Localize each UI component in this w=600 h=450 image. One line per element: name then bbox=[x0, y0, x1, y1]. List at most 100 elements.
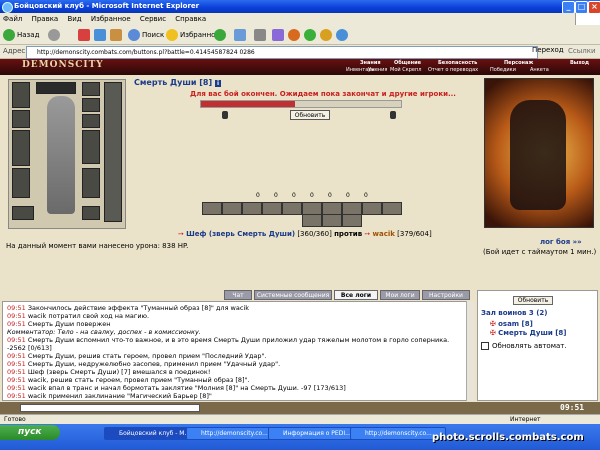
tab-settings[interactable]: Настройки bbox=[422, 290, 470, 300]
extra-button[interactable] bbox=[336, 28, 350, 42]
battle-progress-fill bbox=[201, 101, 295, 107]
menu-edit[interactable]: Правка bbox=[32, 15, 59, 23]
strike-button[interactable] bbox=[342, 214, 362, 227]
refresh-battle-button[interactable]: Обновить bbox=[290, 110, 330, 120]
legs-slot[interactable] bbox=[82, 168, 100, 198]
favorites-button[interactable]: Избранное bbox=[166, 28, 220, 42]
edit-button[interactable] bbox=[272, 28, 286, 42]
menu-tools[interactable]: Сервис bbox=[140, 15, 166, 23]
mail-button[interactable] bbox=[234, 28, 248, 42]
battle-log: 09:51 Закончилось действие эффекта "Тума… bbox=[2, 301, 474, 401]
arrow-icon: ➙ bbox=[364, 230, 371, 238]
counter-value: 0 bbox=[292, 192, 296, 199]
extra-icon bbox=[336, 29, 348, 41]
tab-all-logs[interactable]: Все логи bbox=[334, 290, 378, 300]
sword-icon: ✠ bbox=[490, 329, 496, 337]
media-button[interactable] bbox=[214, 28, 228, 42]
strike-button[interactable] bbox=[222, 202, 242, 215]
watermark: photo.scrolls.combats.com bbox=[432, 432, 584, 443]
menu-help[interactable]: Справка bbox=[175, 15, 206, 23]
helmet-slot[interactable] bbox=[12, 82, 30, 108]
room-member[interactable]: ✠ Смерть Души [8] bbox=[490, 329, 567, 337]
weapon-slot[interactable] bbox=[12, 130, 30, 166]
address-input[interactable]: http://demonscity.combats.com/buttons.pl… bbox=[26, 46, 538, 59]
lock-icon bbox=[222, 111, 228, 119]
nav-character[interactable]: Персонаж bbox=[504, 60, 533, 67]
window-title: Бойцовский клуб - Microsoft Internet Exp… bbox=[14, 2, 200, 10]
home-button[interactable] bbox=[110, 28, 124, 42]
back-arrow-icon bbox=[3, 29, 15, 41]
address-bar: Адрес: http://demonscity.combats.com/but… bbox=[0, 45, 600, 59]
links-button[interactable]: Ссылки bbox=[568, 47, 596, 55]
go-button[interactable]: Переход bbox=[532, 46, 564, 54]
armor-slot[interactable] bbox=[12, 168, 30, 198]
ring-slot-2[interactable] bbox=[82, 114, 100, 128]
strike-button[interactable] bbox=[262, 202, 282, 215]
nav-profile[interactable]: Анкета bbox=[530, 67, 549, 74]
menu-favorites[interactable]: Избранное bbox=[91, 15, 131, 23]
start-button[interactable]: пуск bbox=[0, 425, 60, 440]
menu-file[interactable]: Файл bbox=[3, 15, 22, 23]
strike-button[interactable] bbox=[242, 202, 262, 215]
log-scrollbar[interactable] bbox=[466, 301, 474, 401]
info-icon[interactable]: i bbox=[214, 80, 222, 87]
participant-left-hp: [360/360] bbox=[297, 230, 332, 238]
auto-refresh-checkbox[interactable]: Обновлять автомат. bbox=[481, 342, 567, 350]
refresh-button[interactable] bbox=[94, 28, 108, 42]
windows-logo-icon bbox=[575, 13, 600, 25]
amulet-slot[interactable] bbox=[12, 110, 30, 128]
strike-button[interactable] bbox=[302, 214, 322, 227]
player-name[interactable]: Смерть Души [8] i bbox=[134, 78, 222, 87]
messenger-button[interactable] bbox=[288, 28, 302, 42]
nav-scroll[interactable]: Мой Скрепл bbox=[390, 67, 421, 74]
nav-transfers[interactable]: Отчет о переводах bbox=[428, 67, 478, 74]
backpack-slots[interactable] bbox=[104, 82, 122, 222]
ring-slot-1[interactable] bbox=[82, 98, 100, 112]
participant-left[interactable]: Шеф (зверь Смерть Души) bbox=[186, 230, 295, 238]
strike-button[interactable] bbox=[382, 202, 402, 215]
icq-button[interactable] bbox=[304, 28, 318, 42]
stop-button[interactable] bbox=[78, 28, 92, 42]
flower-icon bbox=[304, 29, 316, 41]
nav-exit[interactable]: Выход bbox=[570, 60, 589, 67]
versus-label: против bbox=[334, 230, 363, 238]
lock-icon bbox=[390, 111, 396, 119]
tab-my-logs[interactable]: Мои логи bbox=[380, 290, 420, 300]
chat-input[interactable] bbox=[20, 404, 200, 412]
tab-chat[interactable]: Чат bbox=[224, 290, 252, 300]
tab-system[interactable]: Системные сообщения bbox=[254, 290, 332, 300]
forward-button[interactable] bbox=[48, 28, 62, 42]
character-avatar bbox=[47, 96, 75, 214]
damage-summary: На данный момент вами нанесено урона: 83… bbox=[6, 242, 189, 250]
shield-slot[interactable] bbox=[82, 130, 100, 164]
back-button[interactable]: Назад bbox=[3, 28, 39, 42]
print-icon bbox=[254, 29, 266, 41]
refresh-room-button[interactable]: Обновить bbox=[513, 296, 553, 305]
research-button[interactable] bbox=[320, 28, 334, 42]
nav-victories[interactable]: Победики bbox=[490, 67, 516, 74]
menu-view[interactable]: Вид bbox=[67, 15, 81, 23]
boots-slot[interactable] bbox=[82, 206, 100, 220]
counter-value: 0 bbox=[364, 192, 368, 199]
counter-value: 0 bbox=[310, 192, 314, 199]
earring-slot[interactable] bbox=[82, 82, 100, 96]
room-member[interactable]: ✠ osam [8] bbox=[490, 320, 533, 328]
nav-knowledge[interactable]: Знания bbox=[360, 60, 381, 67]
research-icon bbox=[320, 29, 332, 41]
log-line: 09:51 wacik применил заклинание "Магичес… bbox=[7, 392, 212, 400]
battle-log-link[interactable]: лог боя »» bbox=[540, 238, 582, 246]
strike-button[interactable] bbox=[362, 202, 382, 215]
strike-button[interactable] bbox=[202, 202, 222, 215]
checkbox-icon[interactable] bbox=[481, 342, 489, 350]
print-button[interactable] bbox=[254, 28, 268, 42]
belt-slot[interactable] bbox=[12, 206, 34, 220]
media-icon bbox=[214, 29, 226, 41]
strike-button[interactable] bbox=[322, 214, 342, 227]
log-line: 09:51 wacik впал в транс и начал бормота… bbox=[7, 384, 346, 392]
participant-right[interactable]: wacik bbox=[373, 230, 395, 238]
search-button[interactable]: Поиск bbox=[128, 28, 164, 42]
nav-security[interactable]: Безопасность bbox=[438, 60, 477, 67]
nav-skills[interactable]: Умения bbox=[368, 67, 387, 74]
nav-communication[interactable]: Общение bbox=[394, 60, 421, 67]
strike-button[interactable] bbox=[282, 202, 302, 215]
